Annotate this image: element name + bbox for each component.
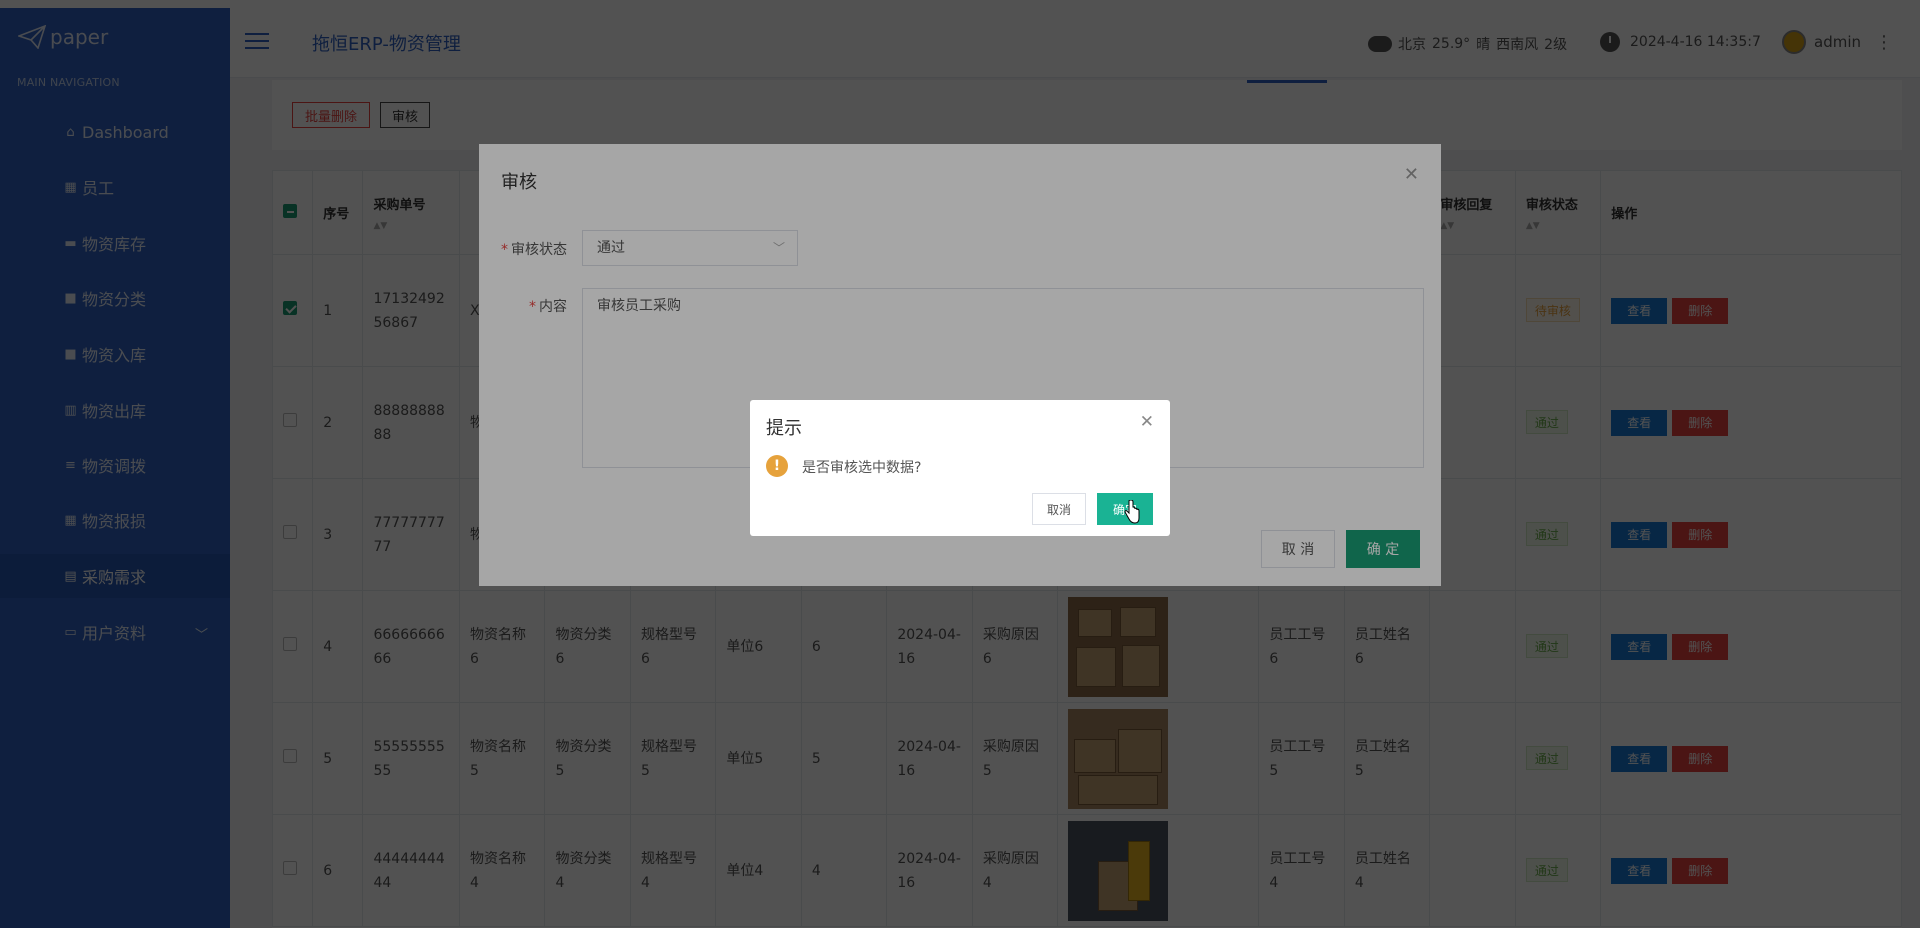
warning-icon: ! [766, 455, 788, 477]
app-window: paper MAIN NAVIGATION ⌂Dashboard ▦员工 ▬物资… [0, 0, 1920, 928]
confirm-title: 提示 [766, 418, 802, 439]
close-icon[interactable]: ✕ [1140, 412, 1154, 432]
confirm-cancel-button[interactable]: 取消 [1032, 493, 1086, 525]
hand-cursor-icon [1124, 500, 1140, 524]
confirm-message: 是否审核选中数据? [802, 460, 922, 476]
confirm-dialog: 提示 ✕ ! 是否审核选中数据? 取消 确定 [750, 400, 1170, 536]
